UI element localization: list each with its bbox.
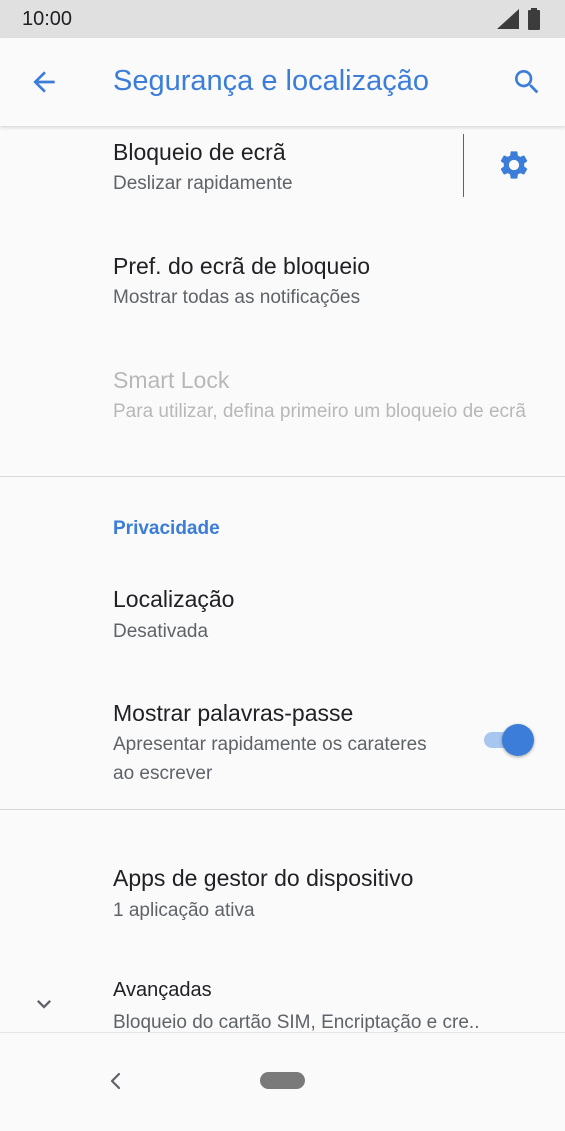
show-passwords-toggle[interactable] — [482, 724, 536, 756]
toggle-thumb — [502, 724, 534, 756]
list-item-device-admin-apps[interactable]: Apps de gestor do dispositivo 1 aplicaçã… — [0, 849, 565, 939]
section-divider — [0, 809, 565, 810]
lock-prefs-title: Pref. do ecrã de bloqueio — [113, 253, 371, 279]
advanced-title: Avançadas — [113, 979, 212, 1001]
smart-lock-subtitle: Para utilizar, defina primeiro um bloque… — [113, 401, 526, 422]
section-divider — [0, 476, 565, 477]
page-title: Segurança e localização — [113, 65, 429, 97]
list-item-advanced[interactable]: Avançadas Bloqueio do cartão SIM, Encrip… — [0, 966, 565, 1032]
vertical-divider — [463, 134, 464, 197]
lock-prefs-subtitle: Mostrar todas as notificações — [113, 287, 361, 308]
nav-home-pill[interactable] — [260, 1072, 305, 1089]
signal-icon — [497, 9, 519, 29]
smart-lock-title: Smart Lock — [113, 367, 230, 393]
screen-lock-subtitle: Deslizar rapidamente — [113, 173, 293, 194]
list-item-show-passwords[interactable]: Mostrar palavras-passe Apresentar rapida… — [0, 684, 565, 794]
status-bar: 10:00 — [0, 0, 565, 38]
list-item-location[interactable]: Localização Desativada — [0, 570, 565, 654]
gear-icon[interactable] — [497, 148, 531, 182]
list-item-screen-lock[interactable]: Bloqueio de ecrã Deslizar rapidamente — [0, 126, 565, 210]
show-passwords-title: Mostrar palavras-passe — [113, 700, 354, 726]
advanced-subtitle: Bloqueio do cartão SIM, Encriptação e cr… — [113, 1012, 480, 1032]
show-passwords-subtitle: Apresentar rapidamente os carateres ao e… — [113, 734, 427, 784]
app-bar: Segurança e localização — [0, 38, 565, 126]
location-title: Localização — [113, 586, 235, 612]
device-admin-subtitle: 1 aplicação ativa — [113, 900, 255, 921]
navigation-bar — [0, 1032, 565, 1131]
chevron-down-icon — [37, 1000, 51, 1009]
search-icon[interactable] — [511, 66, 543, 98]
screen-lock-title: Bloqueio de ecrã — [113, 139, 286, 165]
nav-back-icon[interactable] — [106, 1069, 126, 1093]
status-time: 10:00 — [22, 8, 73, 30]
device-admin-title: Apps de gestor do dispositivo — [113, 865, 414, 891]
list-item-lock-screen-prefs[interactable]: Pref. do ecrã de bloqueio Mostrar todas … — [0, 236, 565, 320]
settings-list: Bloqueio de ecrã Deslizar rapidamente Pr… — [0, 126, 565, 1032]
list-item-smart-lock: Smart Lock Para utilizar, defina primeir… — [0, 351, 565, 466]
location-subtitle: Desativada — [113, 621, 209, 642]
arrow-left-icon[interactable] — [28, 66, 60, 98]
section-header-privacy: Privacidade — [113, 518, 220, 539]
battery-icon — [528, 8, 540, 30]
